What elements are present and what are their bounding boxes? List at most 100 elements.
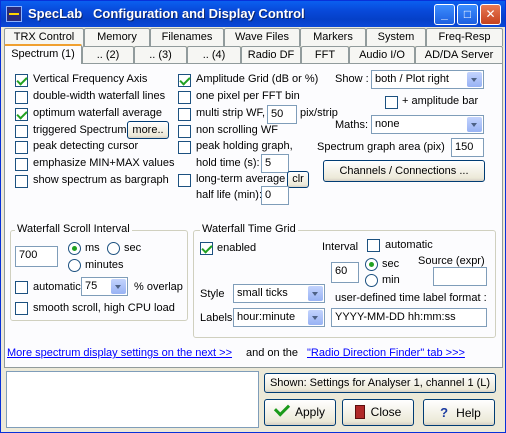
window-title: SpecLab Configuration and Display Contro…	[28, 6, 305, 21]
style-select-value: small ticks	[237, 287, 288, 299]
emphasize-min-max-checkbox[interactable]	[15, 158, 28, 171]
tab-freq-resp[interactable]: Freq-Resp	[426, 28, 503, 46]
maths-select-value: none	[375, 118, 400, 130]
show-select-value: both / Plot right	[375, 73, 449, 85]
scroll-interval-input[interactable]: 700	[15, 246, 58, 267]
speclab-app-icon	[6, 6, 22, 22]
tab-fft[interactable]: FFT	[301, 46, 349, 64]
amplitude-bar-checkbox[interactable]	[385, 96, 398, 109]
time-grid-automatic-checkbox[interactable]	[367, 239, 380, 252]
message-box	[6, 371, 259, 428]
peak-holding-graph-checkbox[interactable]	[178, 141, 191, 154]
door-icon	[354, 405, 365, 419]
apply-label: Apply	[294, 405, 326, 419]
tab-ad-da-server[interactable]: AD/DA Server	[415, 46, 503, 64]
long-term-average-checkbox[interactable]	[178, 174, 191, 187]
non-scrolling-wf-label: non scrolling WF	[196, 124, 278, 136]
unit-sec-label: sec	[124, 242, 142, 254]
time-grid-enabled-label: enabled	[217, 242, 257, 254]
more-settings-link[interactable]: More spectrum display settings on the ne…	[7, 347, 232, 359]
peak-detecting-cursor-checkbox[interactable]	[15, 141, 28, 154]
show-select[interactable]: both / Plot right	[371, 70, 484, 89]
waterfall-time-grid-title: Waterfall Time Grid	[200, 223, 298, 235]
time-unit-min-radio[interactable]	[365, 274, 378, 287]
vertical-frequency-axis-checkbox[interactable]	[15, 74, 28, 87]
amplitude-bar-label: + amplitude bar	[402, 95, 479, 107]
graph-area-input[interactable]: 150	[451, 138, 484, 157]
long-term-average-label: long-term average	[196, 173, 286, 185]
multi-strip-wf-label: multi strip WF,	[196, 107, 266, 119]
close-label: Close	[370, 405, 402, 419]
tab-spectrum-2[interactable]: .. (2)	[82, 46, 134, 64]
unit-sec-radio[interactable]	[107, 242, 120, 255]
overlap-select-value: 75	[85, 280, 98, 292]
help-label: Help	[456, 406, 481, 420]
unit-ms-label: ms	[85, 242, 100, 254]
tab-memory[interactable]: Memory	[84, 28, 150, 46]
one-pixel-per-bin-label: one pixel per FFT bin	[196, 90, 300, 102]
time-format-input[interactable]: YYYY-MM-DD hh:mm:ss	[331, 308, 487, 327]
time-grid-automatic-label: automatic	[385, 239, 433, 251]
tab-system[interactable]: System	[366, 28, 426, 46]
minimize-button[interactable]: _	[434, 4, 455, 25]
emphasize-min-max-label: emphasize MIN+MAX values	[33, 157, 175, 169]
config-window: SpecLab Configuration and Display Contro…	[0, 0, 506, 433]
smooth-scroll-label: smooth scroll, high CPU load	[33, 302, 175, 314]
title-bar[interactable]: SpecLab Configuration and Display Contro…	[1, 1, 505, 27]
tab-filenames[interactable]: Filenames	[150, 28, 224, 46]
hold-time-label: hold time (s):	[196, 157, 260, 169]
triggered-spectrum-checkbox[interactable]	[15, 125, 28, 138]
tab-markers[interactable]: Markers	[300, 28, 366, 46]
tab-audio-io[interactable]: Audio I/O	[349, 46, 415, 64]
show-label: Show :	[335, 73, 369, 85]
tab-radio-df[interactable]: Radio DF	[241, 46, 301, 64]
source-expr-input[interactable]	[433, 267, 487, 286]
maths-select[interactable]: none	[371, 115, 484, 134]
optimum-waterfall-average-checkbox[interactable]	[15, 108, 28, 121]
time-grid-interval-input[interactable]: 60	[331, 262, 359, 283]
chevron-down-icon	[467, 117, 482, 132]
tab-spectrum-1[interactable]: Spectrum (1)	[4, 44, 82, 64]
tab-spectrum-4[interactable]: .. (4)	[187, 46, 241, 64]
help-button[interactable]: ? Help	[423, 399, 495, 426]
pix-per-strip-input[interactable]: 50	[267, 105, 297, 124]
app-name: SpecLab	[28, 6, 83, 21]
clr-button[interactable]: clr	[287, 171, 309, 188]
labels-select-value: hour:minute	[237, 311, 296, 323]
style-select[interactable]: small ticks	[233, 284, 325, 303]
more-button[interactable]: more..	[127, 121, 169, 139]
amplitude-grid-label: Amplitude Grid (dB or %)	[196, 73, 319, 85]
overlap-select[interactable]: 75	[81, 277, 128, 296]
hold-time-input[interactable]: 5	[261, 154, 289, 173]
close-button[interactable]: Close	[342, 399, 414, 426]
scroll-automatic-label: automatic:	[33, 281, 84, 293]
smooth-scroll-checkbox[interactable]	[15, 302, 28, 315]
one-pixel-per-bin-checkbox[interactable]	[178, 91, 191, 104]
non-scrolling-wf-checkbox[interactable]	[178, 125, 191, 138]
chevron-down-icon	[308, 286, 323, 301]
shown-settings-button[interactable]: Shown: Settings for Analyser 1, channel …	[264, 373, 496, 393]
double-width-waterfall-checkbox[interactable]	[15, 91, 28, 104]
pix-per-strip-unit: pix/strip	[300, 107, 338, 119]
close-window-button[interactable]: ✕	[480, 4, 501, 25]
time-grid-enabled-checkbox[interactable]	[200, 242, 213, 255]
amplitude-grid-checkbox[interactable]	[178, 74, 191, 87]
time-unit-sec-radio[interactable]	[365, 258, 378, 271]
unit-minutes-radio[interactable]	[68, 259, 81, 272]
scroll-automatic-checkbox[interactable]	[15, 281, 28, 294]
rdf-tab-link[interactable]: "Radio Direction Finder" tab >>>	[307, 347, 465, 359]
half-life-input[interactable]: 0	[261, 186, 289, 205]
unit-ms-radio[interactable]	[68, 242, 81, 255]
channels-connections-button[interactable]: Channels / Connections ...	[323, 160, 485, 182]
show-bargraph-checkbox[interactable]	[15, 175, 28, 188]
checkmark-icon	[273, 400, 291, 417]
maximize-button[interactable]: □	[457, 4, 478, 25]
apply-button[interactable]: Apply	[264, 399, 336, 426]
double-width-waterfall-label: double-width waterfall lines	[33, 90, 166, 102]
tab-spectrum-3[interactable]: .. (3)	[134, 46, 187, 64]
graph-area-label: Spectrum graph area (pix)	[317, 141, 445, 153]
chevron-down-icon	[308, 310, 323, 325]
labels-select[interactable]: hour:minute	[233, 308, 325, 327]
tab-wave-files[interactable]: Wave Files	[224, 28, 300, 46]
multi-strip-wf-checkbox[interactable]	[178, 108, 191, 121]
